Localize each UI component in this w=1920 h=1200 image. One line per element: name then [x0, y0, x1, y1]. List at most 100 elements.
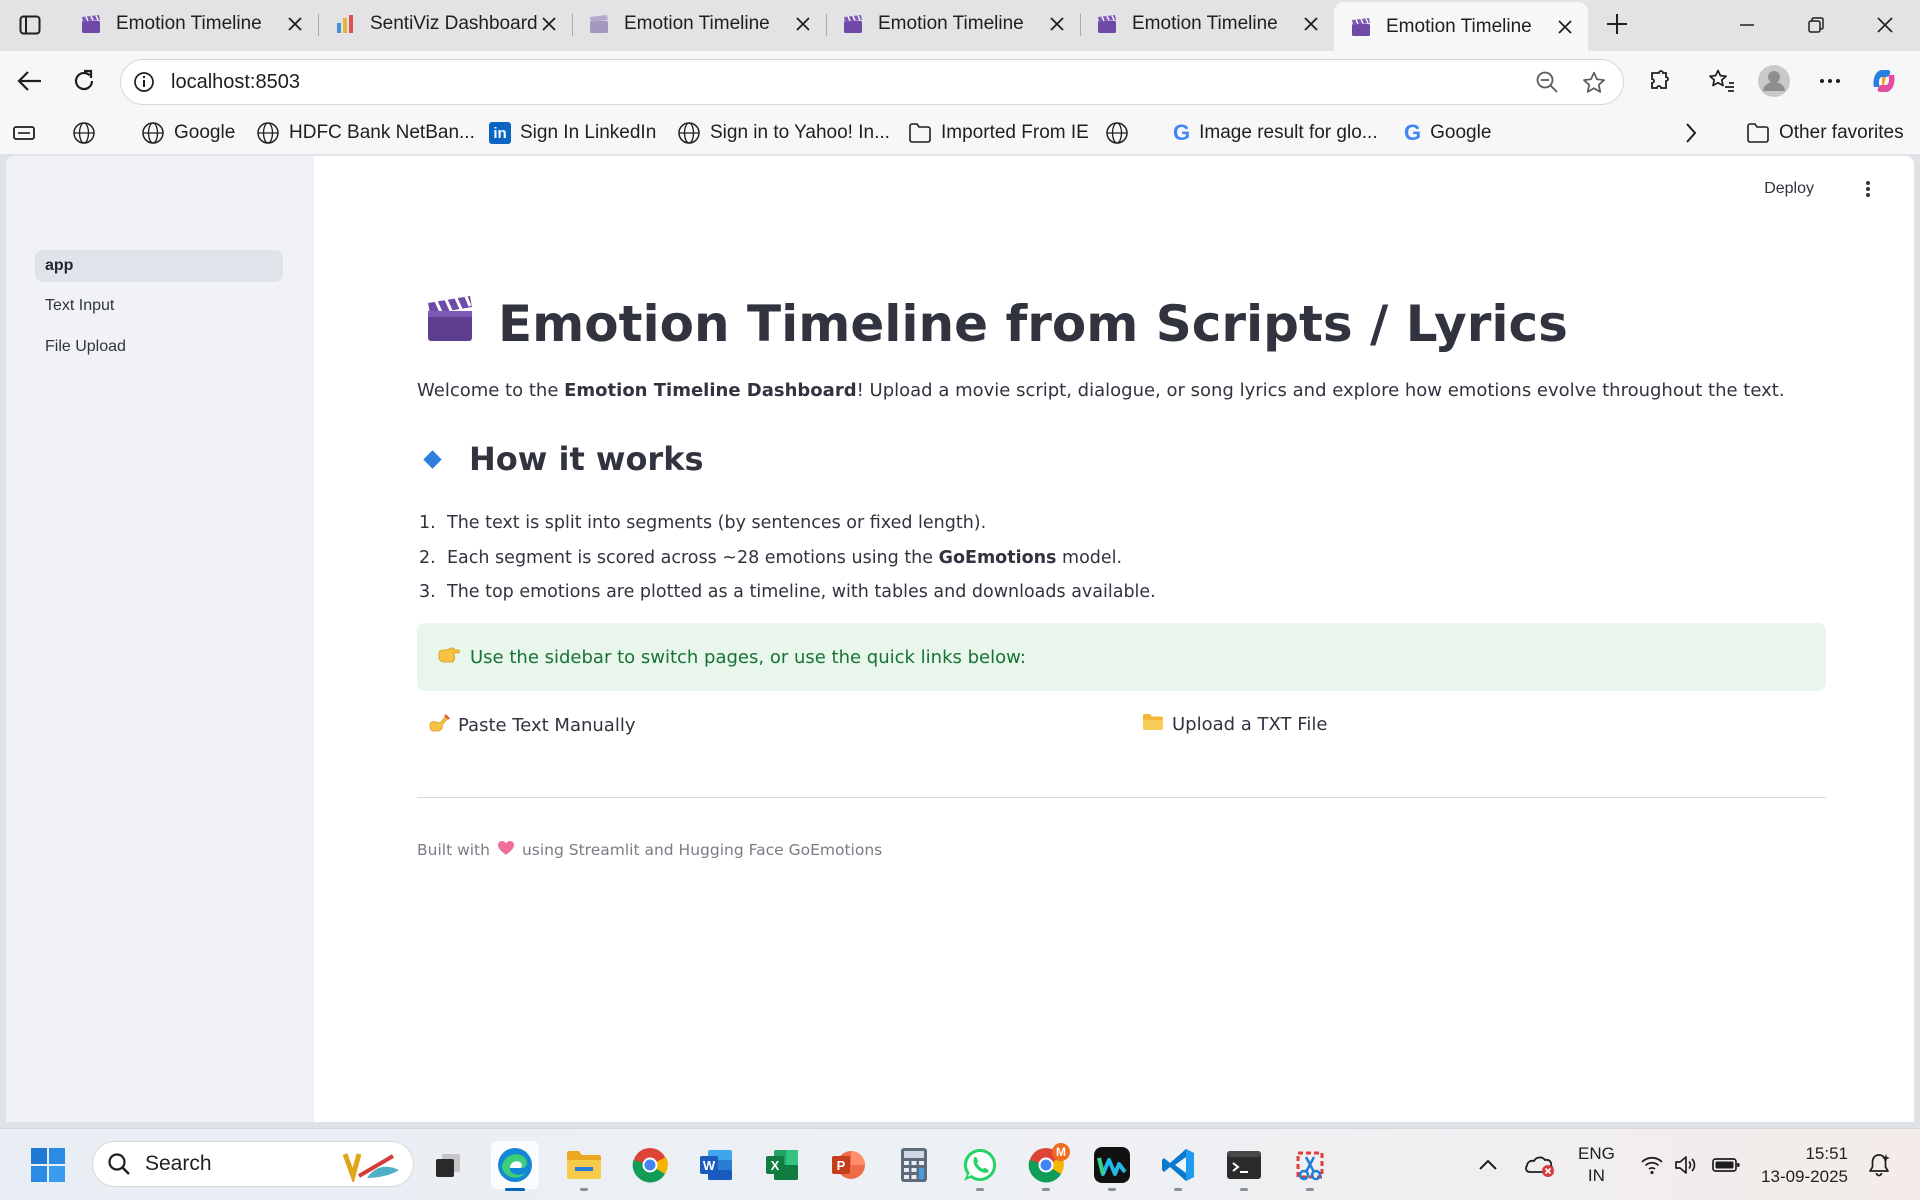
upload-file-link[interactable]: Upload a TXT File — [1142, 713, 1327, 736]
battery-icon[interactable] — [1712, 1129, 1740, 1200]
sidebar-item-file-upload[interactable]: File Upload — [35, 331, 283, 363]
list-item: 1. The text is split into segments (by se… — [419, 513, 987, 534]
favorite-label: Google — [174, 122, 236, 143]
notifications-icon[interactable] — [1866, 1129, 1892, 1200]
google-icon: G — [1404, 120, 1422, 145]
browser-tab[interactable]: Emotion Timeline — [1080, 0, 1334, 48]
more-options-icon[interactable] — [1812, 63, 1848, 99]
close-window-button[interactable] — [1862, 8, 1908, 42]
tab-title: SentiViz Dashboard — [370, 13, 538, 34]
favorite-label: Sign in to Yahoo! In... — [710, 122, 890, 143]
profile-avatar[interactable] — [1756, 63, 1792, 99]
lang-top: ENG — [1578, 1144, 1615, 1163]
sidebar-item-app[interactable]: app — [35, 250, 283, 282]
intro-paragraph: Welcome to the Emotion Timeline Dashboar… — [417, 380, 1785, 401]
blue-diamond-icon — [423, 449, 442, 469]
google-icon: G — [1173, 120, 1191, 145]
search-label: Search — [145, 1152, 212, 1175]
address-bar[interactable]: localhost:8503 — [120, 59, 1624, 105]
taskbar: Search W X P M ENG IN 15:51 13-09-2025 — [0, 1128, 1920, 1200]
divider — [417, 797, 1826, 798]
close-tab-icon[interactable] — [1300, 13, 1322, 35]
clapper-icon — [1350, 16, 1372, 38]
browser-tab[interactable]: SentiViz Dashboard — [318, 0, 572, 48]
back-button[interactable] — [12, 63, 48, 99]
onedrive-error-icon[interactable] — [1524, 1129, 1556, 1200]
favorite-item[interactable]: G Google — [1404, 119, 1491, 147]
clapper-icon — [588, 13, 610, 35]
minimize-button[interactable] — [1724, 8, 1770, 42]
refresh-button[interactable] — [66, 63, 102, 99]
browser-tab[interactable]: Emotion Timeline — [826, 0, 1080, 48]
favorite-item[interactable]: in Sign In LinkedIn — [489, 119, 656, 147]
linkedin-icon: in — [489, 122, 511, 144]
language-indicator[interactable]: ENG IN — [1578, 1129, 1615, 1200]
close-tab-icon[interactable] — [792, 13, 814, 35]
vscode-icon[interactable] — [1154, 1141, 1202, 1191]
close-tab-icon[interactable] — [284, 13, 306, 35]
close-tab-icon[interactable] — [1046, 13, 1068, 35]
chrome-profile-icon[interactable]: M — [1022, 1141, 1070, 1191]
sidebar-item-label: Text Input — [45, 297, 115, 314]
favorite-star-icon[interactable] — [1581, 70, 1607, 101]
favorites-icon[interactable] — [1704, 63, 1740, 99]
other-favorites-label: Other favorites — [1779, 122, 1904, 143]
browser-tab-active[interactable]: Emotion Timeline — [1334, 2, 1588, 51]
calculator-icon[interactable] — [890, 1141, 938, 1189]
extensions-icon[interactable] — [1642, 63, 1678, 99]
close-tab-icon[interactable] — [1554, 16, 1576, 38]
start-button[interactable] — [24, 1141, 72, 1189]
favorite-label: Image result for glo... — [1199, 122, 1378, 143]
heart-icon — [497, 840, 515, 860]
browser-tab[interactable]: Emotion Timeline — [64, 0, 318, 48]
favorite-globe-icon[interactable] — [1105, 119, 1138, 147]
site-info-icon[interactable] — [133, 71, 155, 98]
globe-icon — [678, 122, 700, 144]
favorite-globe-icon[interactable] — [72, 119, 105, 147]
favorite-label: Google — [1430, 122, 1492, 143]
favorite-item[interactable]: HDFC Bank NetBan... — [256, 119, 475, 147]
main-menu-icon[interactable] — [1858, 178, 1878, 200]
webex-icon[interactable] — [1088, 1141, 1136, 1191]
show-hidden-icons[interactable] — [1478, 1129, 1498, 1200]
favorite-item[interactable]: Sign in to Yahoo! In... — [677, 119, 890, 147]
tab-title: Emotion Timeline — [116, 13, 262, 34]
favorite-item[interactable]: Google — [141, 119, 235, 147]
task-view-icon[interactable] — [424, 1141, 472, 1189]
chevron-right-icon[interactable] — [1684, 119, 1707, 147]
snipping-tool-icon[interactable] — [1286, 1141, 1334, 1191]
list-item: 2. Each segment is scored across ~28 emot… — [419, 547, 1123, 568]
excel-icon[interactable]: X — [758, 1141, 806, 1189]
volume-icon[interactable] — [1674, 1129, 1698, 1200]
restore-button[interactable] — [1793, 8, 1839, 42]
tab-title: Emotion Timeline — [1386, 15, 1532, 37]
new-tab-button[interactable] — [1600, 9, 1634, 39]
edge-taskbar-icon[interactable] — [491, 1141, 539, 1191]
file-explorer-icon[interactable] — [560, 1141, 608, 1191]
folder-icon — [1142, 713, 1164, 736]
wifi-icon[interactable] — [1640, 1129, 1664, 1200]
terminal-icon[interactable] — [1220, 1141, 1268, 1191]
copilot-icon[interactable] — [1866, 63, 1902, 99]
browser-tab[interactable]: Emotion Timeline — [572, 0, 826, 48]
globe-icon — [257, 122, 279, 144]
close-tab-icon[interactable] — [538, 13, 560, 35]
favorite-folder[interactable]: Imported From IE — [908, 119, 1089, 147]
deploy-button[interactable]: Deploy — [1764, 180, 1814, 198]
clock[interactable]: 15:51 13-09-2025 — [1758, 1129, 1848, 1200]
svg-text:X: X — [771, 1158, 780, 1173]
whatsapp-icon[interactable] — [956, 1141, 1004, 1191]
paste-text-link[interactable]: Paste Text Manually — [428, 713, 636, 738]
reading-list-icon[interactable] — [12, 119, 47, 147]
sidebar-item-text-input[interactable]: Text Input — [35, 290, 283, 322]
chrome-icon[interactable] — [626, 1141, 674, 1189]
other-favorites[interactable]: Other favorites — [1746, 119, 1904, 147]
tab-actions-icon[interactable] — [14, 10, 46, 40]
zoom-out-icon[interactable] — [1535, 70, 1559, 99]
taskbar-search[interactable]: Search — [92, 1141, 414, 1187]
word-icon[interactable]: W — [692, 1141, 740, 1189]
favorites-bar: Google HDFC Bank NetBan... in Sign In Li… — [0, 111, 1920, 154]
favorite-item[interactable]: G Image result for glo... — [1173, 119, 1378, 147]
powerpoint-icon[interactable]: P — [824, 1141, 872, 1189]
main-content: Deploy Emotion Timeline from Scripts / L… — [314, 156, 1914, 1122]
